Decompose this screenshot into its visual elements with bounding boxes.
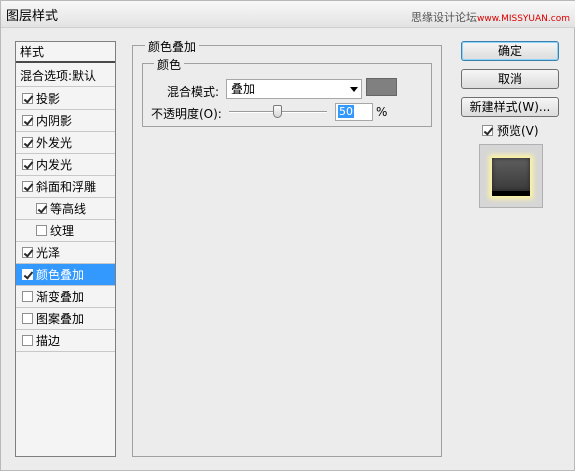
style-item[interactable]: 图案叠加	[16, 308, 115, 330]
preview-checkbox[interactable]	[482, 125, 493, 136]
opacity-value: 50	[338, 105, 354, 118]
style-item-label: 描边	[36, 334, 61, 348]
opacity-slider-thumb[interactable]	[273, 105, 282, 118]
watermark-domain: www.MISSYUAN.com	[476, 14, 570, 24]
dialog-title: 图层样式	[6, 9, 59, 24]
preview-label: 预览(V)	[497, 124, 539, 138]
cancel-button[interactable]: 取消	[461, 69, 559, 89]
style-item[interactable]: 内阴影	[16, 110, 115, 132]
style-item-label: 渐变叠加	[36, 290, 85, 304]
style-item-label: 图案叠加	[36, 312, 85, 326]
style-item-checkbox[interactable]	[22, 247, 33, 258]
style-preview	[479, 144, 543, 208]
style-item[interactable]: 斜面和浮雕	[16, 176, 115, 198]
blend-mode-value: 叠加	[231, 82, 256, 96]
ok-button[interactable]: 确定	[461, 41, 559, 61]
watermark-text: 思缘设计论坛	[410, 11, 477, 24]
style-item-checkbox[interactable]	[36, 203, 47, 214]
preview-toggle[interactable]: 预览(V)	[482, 122, 539, 139]
style-item[interactable]: 颜色叠加	[16, 264, 115, 286]
opacity-unit: %	[376, 105, 388, 119]
style-item-label: 投影	[36, 92, 61, 106]
style-item[interactable]: 光泽	[16, 242, 115, 264]
chevron-down-icon	[350, 87, 358, 92]
style-item-checkbox[interactable]	[22, 137, 33, 148]
style-item-label: 外发光	[36, 136, 73, 150]
styles-header-label: 样式	[20, 45, 45, 59]
title-bar[interactable]: 图层样式 思缘设计论坛www.MISSYUAN.com	[1, 1, 575, 28]
style-item-checkbox[interactable]	[22, 335, 33, 346]
style-item-label: 光泽	[36, 246, 61, 260]
style-item-label: 纹理	[50, 224, 75, 238]
style-item-label: 颜色叠加	[36, 268, 85, 282]
watermark: 思缘设计论坛www.MISSYUAN.com	[411, 9, 570, 25]
preview-thumbnail	[492, 158, 530, 196]
style-item-checkbox[interactable]	[22, 181, 33, 192]
layer-style-dialog: 图层样式 思缘设计论坛www.MISSYUAN.com 样式 混合选项:默认 投…	[0, 0, 575, 471]
style-item-checkbox[interactable]	[22, 115, 33, 126]
style-item-checkbox[interactable]	[22, 159, 33, 170]
blend-options-item[interactable]: 混合选项:默认	[16, 65, 115, 87]
style-item-label: 内阴影	[36, 114, 73, 128]
style-item-checkbox[interactable]	[22, 269, 33, 280]
style-item[interactable]: 渐变叠加	[16, 286, 115, 308]
blend-mode-label: 混合模式:	[167, 85, 220, 99]
style-item[interactable]: 外发光	[16, 132, 115, 154]
section-title: 颜色叠加	[145, 38, 200, 55]
style-item[interactable]: 内发光	[16, 154, 115, 176]
style-item[interactable]: 等高线	[16, 198, 115, 220]
blend-mode-select[interactable]: 叠加	[226, 79, 362, 99]
style-item-label: 内发光	[36, 158, 73, 172]
style-item-checkbox[interactable]	[22, 291, 33, 302]
new-style-button[interactable]: 新建样式(W)...	[461, 97, 559, 117]
style-item[interactable]: 投影	[16, 88, 115, 110]
overlay-color-swatch[interactable]	[366, 78, 397, 96]
style-item-label: 斜面和浮雕	[36, 180, 97, 194]
style-item-checkbox[interactable]	[22, 93, 33, 104]
opacity-label: 不透明度(O):	[151, 107, 222, 121]
color-group-title: 颜色	[154, 56, 185, 73]
blend-options-label: 混合选项:默认	[20, 69, 97, 83]
style-item-checkbox[interactable]	[36, 225, 47, 236]
style-item[interactable]: 描边	[16, 330, 115, 352]
styles-list: 样式 混合选项:默认 投影内阴影外发光内发光斜面和浮雕等高线纹理光泽颜色叠加渐变…	[15, 41, 116, 457]
opacity-input[interactable]: 50	[335, 103, 373, 121]
style-item-checkbox[interactable]	[22, 313, 33, 324]
style-item-label: 等高线	[50, 202, 87, 216]
style-item[interactable]: 纹理	[16, 220, 115, 242]
styles-header[interactable]: 样式	[16, 42, 115, 63]
